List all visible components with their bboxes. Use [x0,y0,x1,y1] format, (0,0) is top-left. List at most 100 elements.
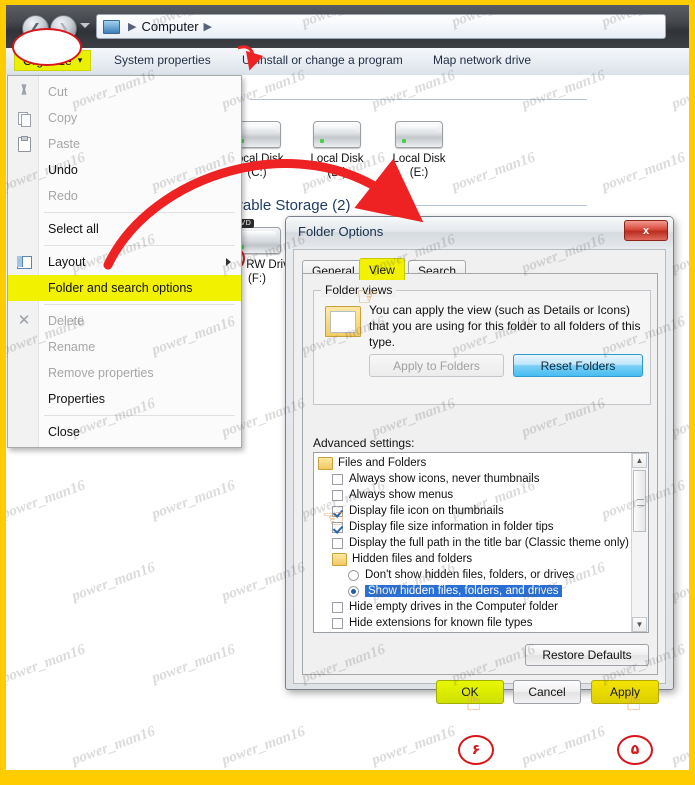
address-bar[interactable]: ▶ Computer ▶ [96,14,666,39]
menu-item-cut[interactable]: Cut [8,79,241,105]
menu-item-copy[interactable]: Copy [8,105,241,131]
menu-item-folder-and-search-options[interactable]: Folder and search options [8,275,241,301]
menu-item-redo[interactable]: Redo [8,183,241,209]
advanced-settings-list[interactable]: Files and Folders Always show icons, nev… [313,452,649,633]
list-item-label: Don't show hidden files, folders, or dri… [365,569,575,581]
reset-folders-button[interactable]: Reset Folders [513,354,643,377]
step-5-apply-button-marker: ۵ [617,735,653,765]
step-1-organize-button-marker [12,28,82,66]
frame-left [0,0,6,785]
list-item-label: Hidden files and folders [352,553,473,565]
button-label: Apply to Folders [393,358,480,373]
frame-top [0,0,695,5]
radio-button[interactable] [348,585,359,597]
watermark-text: power_man16 [0,641,88,687]
tab-view[interactable]: View [359,258,405,280]
list-item-label: Hide extensions for known file types [349,617,533,629]
list-item[interactable]: Hidden files and folders [314,551,632,567]
scroll-down-icon[interactable]: ▼ [632,617,647,632]
tab-label: View [369,262,395,277]
breadcrumb-separator-icon: ▶ [128,21,137,33]
list-item-label: Always show icons, never thumbnails [349,473,540,485]
history-dropdown-icon[interactable] [80,23,90,28]
breadcrumb-separator-icon-2[interactable]: ▶ [204,20,212,33]
pointing-hand-icon-step4: ☞ [322,503,346,533]
list-scrollbar[interactable]: ▲ ▼ [631,453,648,632]
menu-item-close[interactable]: Close [8,419,241,445]
close-icon[interactable]: x [624,220,668,241]
checkbox[interactable] [332,617,343,629]
list-item-label: Hide empty drives in the Computer folder [349,601,559,613]
menu-separator [44,212,235,213]
explorer-toolbar: Organize ▾ System properties Uninstall o… [6,48,689,76]
delete-x-icon: ✕ [17,312,31,329]
checkbox[interactable] [332,489,343,501]
list-item[interactable]: Display the full path in the title bar (… [314,535,632,551]
list-item[interactable]: Hide protected operating system files (R… [314,631,632,632]
list-item[interactable]: Files and Folders [314,455,632,471]
menu-item-select-all[interactable]: Select all [8,216,241,242]
toolbar-item-map-network-drive[interactable]: Map network drive [433,53,531,67]
organize-dropdown-menu: Cut Copy Paste Undo Redo Select all Layo… [7,75,242,448]
button-label: Restore Defaults [542,648,632,662]
watermark-text: power_man16 [369,723,458,769]
watermark-text: power_man16 [149,477,238,523]
watermark-text: power_man16 [219,723,308,769]
list-item[interactable]: Display file icon on thumbnails [314,503,632,519]
list-item[interactable]: Always show icons, never thumbnails [314,471,632,487]
copy-icon [16,110,32,127]
menu-item-label: Remove properties [48,366,154,380]
cancel-button[interactable]: Cancel [513,680,581,704]
scroll-up-icon[interactable]: ▲ [632,453,647,468]
list-item-selected[interactable]: Show hidden files, folders, and drives [314,583,632,599]
list-item-label: Always show menus [349,489,454,501]
scissors-icon [16,84,32,100]
pointing-hand-icon-step3: ☞ [356,281,380,311]
checkbox[interactable] [332,473,343,485]
button-label: Reset Folders [540,358,616,373]
drive-local-disk-e[interactable]: Local Disk (E:) [371,121,467,180]
menu-item-layout[interactable]: Layout [8,249,241,275]
step-6-ok-button-marker: ۶ [458,735,494,765]
menu-item-paste[interactable]: Paste [8,131,241,157]
dialog-title-bar[interactable]: Folder Options x [286,217,673,247]
list-item[interactable]: Don't show hidden files, folders, or dri… [314,567,632,583]
checkbox[interactable] [332,537,343,549]
explorer-title-bar: ❮ ❯ ▶ Computer ▶ [6,5,689,48]
menu-item-label: Folder and search options [48,281,193,295]
menu-item-label: Undo [48,163,78,177]
apply-to-folders-button[interactable]: Apply to Folders [369,354,504,377]
list-item[interactable]: Hide empty drives in the Computer folder [314,599,632,615]
folder-views-description: You can apply the view (such as Details … [369,303,641,349]
checkbox[interactable] [332,601,343,613]
menu-item-delete[interactable]: ✕ Delete [8,308,241,334]
menu-item-properties[interactable]: Properties [8,386,241,412]
folder-icon [318,456,333,470]
menu-item-label: Rename [48,340,96,354]
toolbar-item-uninstall-or-change-a-program[interactable]: Uninstall or change a program [242,53,403,67]
screenshot-root: ❮ ❯ ▶ Computer ▶ Organize ▾ System prope… [0,0,695,785]
watermark-text: power_man16 [149,641,238,687]
menu-item-label: Cut [48,85,68,99]
toolbar-item-system-properties[interactable]: System properties [114,53,211,67]
list-item[interactable]: Always show menus [314,487,632,503]
menu-item-remove-properties[interactable]: Remove properties [8,360,241,386]
menu-separator [44,245,235,246]
folder-icon [332,552,347,566]
clipboard-icon [16,136,32,152]
menu-item-undo[interactable]: Undo [8,157,241,183]
scrollbar-thumb[interactable] [633,470,646,532]
menu-item-rename[interactable]: Rename [8,334,241,360]
list-item[interactable]: Display file size information in folder … [314,519,632,535]
list-item-label: Display file size information in folder … [349,521,554,533]
menu-item-label: Copy [48,111,78,125]
hard-drive-icon [313,121,361,148]
breadcrumb-computer[interactable]: Computer [141,19,198,34]
frame-right [689,0,695,785]
drive-name: Local Disk [392,153,446,165]
list-item[interactable]: Hide extensions for known file types [314,615,632,631]
menu-separator [44,304,235,305]
restore-defaults-button[interactable]: Restore Defaults [525,644,649,666]
radio-button[interactable] [348,569,359,581]
menu-item-label: Properties [48,392,105,406]
